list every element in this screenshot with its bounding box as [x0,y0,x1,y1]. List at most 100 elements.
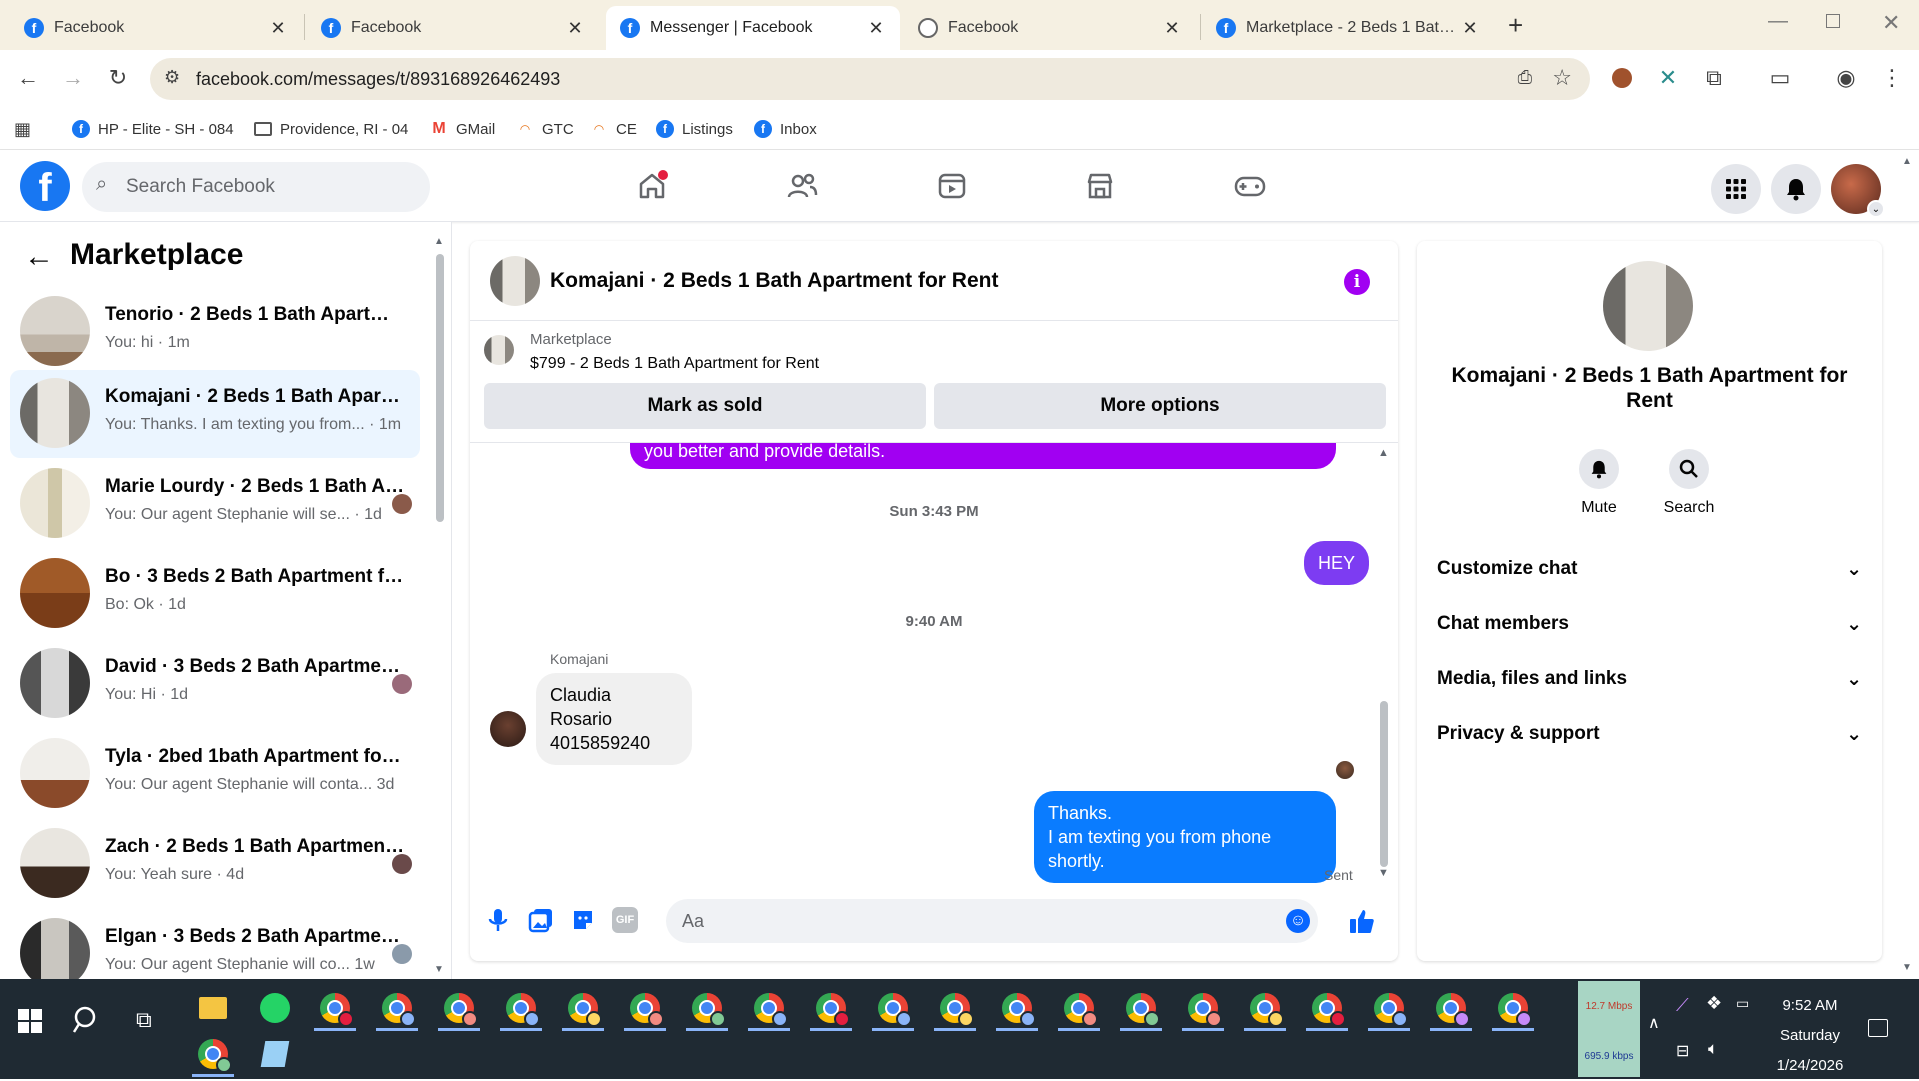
chat-title[interactable]: Komajani · 2 Beds 1 Bath Apartment for R… [550,269,998,293]
scroll-up-icon[interactable]: ▲ [434,236,444,247]
tab-search-icon[interactable]: ▭ [1762,60,1798,96]
privacy-support-section[interactable]: Privacy & support ⌄ [1437,712,1862,756]
dropbox-tray-icon[interactable]: ❖ [1706,993,1722,1014]
install-app-icon[interactable]: ⎙ [1518,67,1532,88]
chat-members-section[interactable]: Chat members ⌄ [1437,602,1862,646]
new-tab-icon[interactable]: + [1508,10,1523,41]
conversation-item[interactable]: Bo · 3 Beds 2 Bath Apartment for Rent Bo… [10,550,420,638]
browser-tab[interactable]: Facebook ✕ [904,6,1196,50]
conversation-item[interactable]: Marie Lourdy · 2 Beds 1 Bath Apartment f… [10,460,420,548]
chat-profile-avatar[interactable] [1603,261,1693,351]
task-view-icon[interactable]: ⧉ [136,1007,152,1033]
conversation-item[interactable]: Tyla · 2bed 1bath Apartment for Rent You… [10,730,420,818]
feather-tray-icon[interactable]: ⟋ [1676,995,1689,1016]
chrome-icon[interactable] [188,1031,238,1077]
back-icon[interactable]: ← [10,60,46,96]
close-tab-icon[interactable]: ✕ [866,18,886,39]
whatsapp-icon[interactable] [250,985,300,1031]
message-input[interactable]: Aa ☺ [666,899,1318,943]
menu-grid-icon[interactable] [1711,164,1761,214]
cookie-extension-icon[interactable] [1604,60,1640,96]
friends-nav-icon[interactable] [780,164,824,208]
chrome-icon[interactable] [1488,985,1538,1031]
scrollbar-thumb[interactable] [436,254,444,522]
chrome-icon[interactable] [620,985,670,1031]
conversation-item[interactable]: David · 3 Beds 2 Bath Apartment for Rent… [10,640,420,728]
bookmark-star-icon[interactable]: ☆ [1552,65,1572,91]
search-icon[interactable] [72,1005,102,1040]
bookmark-item[interactable]: f Inbox [754,116,817,142]
browser-tab-active[interactable]: f Messenger | Facebook ✕ [606,6,900,50]
scroll-down-icon[interactable]: ▼ [434,964,444,975]
forward-icon[interactable]: → [55,60,91,96]
chrome-icon[interactable] [682,985,732,1031]
bookmark-item[interactable]: Providence, RI - 04 [254,116,408,142]
conversation-item[interactable]: Tenorio · 2 Beds 1 Bath Apartment for Re… [10,288,420,376]
scrollbar-thumb[interactable] [1380,701,1388,867]
facebook-logo[interactable]: f [20,161,70,211]
show-hidden-icons-chevron-icon[interactable]: ∧ [1648,1013,1660,1033]
photo-icon[interactable] [528,907,554,938]
restore-icon[interactable] [1826,14,1840,28]
chrome-icon[interactable] [372,985,422,1031]
chrome-icon[interactable] [1116,985,1166,1031]
file-explorer-icon[interactable] [188,985,238,1031]
chrome-icon[interactable] [1240,985,1290,1031]
conversation-item-selected[interactable]: Komajani · 2 Beds 1 Bath Apartment for R… [10,370,420,458]
search-facebook-input[interactable]: ⌕ Search Facebook [82,162,430,212]
chat-avatar[interactable] [490,256,540,306]
address-bar[interactable]: ⚙ facebook.com/messages/t/89316892646249… [150,58,1590,100]
browser-tab[interactable]: f Facebook ✕ [10,6,302,50]
chrome-icon[interactable] [1054,985,1104,1031]
video-nav-icon[interactable] [930,164,974,208]
chrome-icon[interactable] [806,985,856,1031]
minimize-icon[interactable]: — [1768,10,1788,33]
bookmark-item[interactable]: ◠ CE [590,116,636,142]
clock[interactable]: 9:52 AM Saturday 1/24/2026 [1756,991,1864,1081]
close-tab-icon[interactable]: ✕ [565,18,585,39]
close-window-icon[interactable]: ✕ [1882,10,1900,36]
more-options-button[interactable]: More options [934,383,1386,429]
search-in-chat-button[interactable] [1669,449,1709,489]
scroll-down-icon[interactable]: ▼ [1378,867,1389,879]
chrome-icon[interactable] [558,985,608,1031]
reload-icon[interactable]: ↻ [100,60,136,96]
menu-kebab-icon[interactable]: ⋮ [1874,60,1910,96]
extensions-puzzle-icon[interactable]: ⧉ [1696,60,1732,96]
notification-center-icon[interactable] [1868,1019,1888,1037]
close-tab-icon[interactable]: ✕ [1460,18,1480,39]
sticker-icon[interactable] [570,907,596,938]
chrome-icon[interactable] [930,985,980,1031]
info-icon[interactable]: i [1344,269,1370,295]
network-tray-icon[interactable]: ⊟ [1676,1041,1689,1061]
bookmark-item[interactable]: ◠ GTC [516,116,573,142]
profile-icon[interactable]: ◉ [1828,60,1864,96]
extension-icon[interactable]: ✕ [1650,60,1686,96]
conversation-item[interactable]: Elgan · 3 Beds 2 Bath Apartment for Rent… [10,910,420,979]
page-scroll-up-icon[interactable]: ▲ [1902,156,1912,167]
conversation-item[interactable]: Zach · 2 Beds 1 Bath Apartment for Rent … [10,820,420,908]
browser-tab[interactable]: f Marketplace - 2 Beds 1 Bath Apartment … [1202,6,1494,50]
home-nav-icon[interactable] [630,164,674,208]
bookmark-item[interactable]: M GMail [430,116,495,142]
media-files-links-section[interactable]: Media, files and links ⌄ [1437,657,1862,701]
account-avatar[interactable]: ⌄ [1831,164,1885,218]
mark-as-sold-button[interactable]: Mark as sold [484,383,926,429]
close-tab-icon[interactable]: ✕ [1162,18,1182,39]
chrome-icon[interactable] [992,985,1042,1031]
site-settings-icon[interactable]: ⚙ [164,67,180,88]
volume-tray-icon[interactable]: 🔈︎ [1708,1039,1718,1059]
chrome-icon[interactable] [744,985,794,1031]
apps-grid-icon[interactable]: ▦ [14,119,31,140]
listing-title[interactable]: $799 - 2 Beds 1 Bath Apartment for Rent [530,355,819,373]
chrome-icon[interactable] [1426,985,1476,1031]
mute-button[interactable] [1579,449,1619,489]
customize-chat-section[interactable]: Customize chat ⌄ [1437,547,1862,591]
notepad-icon[interactable] [250,1031,300,1077]
windows-start-icon[interactable] [18,1009,42,1038]
bookmark-item[interactable]: f Listings [656,116,733,142]
browser-tab[interactable]: f Facebook ✕ [307,6,599,50]
gif-icon[interactable]: GIF [612,907,638,933]
close-tab-icon[interactable]: ✕ [268,18,288,39]
battery-tray-icon[interactable]: ▭ [1736,995,1749,1012]
